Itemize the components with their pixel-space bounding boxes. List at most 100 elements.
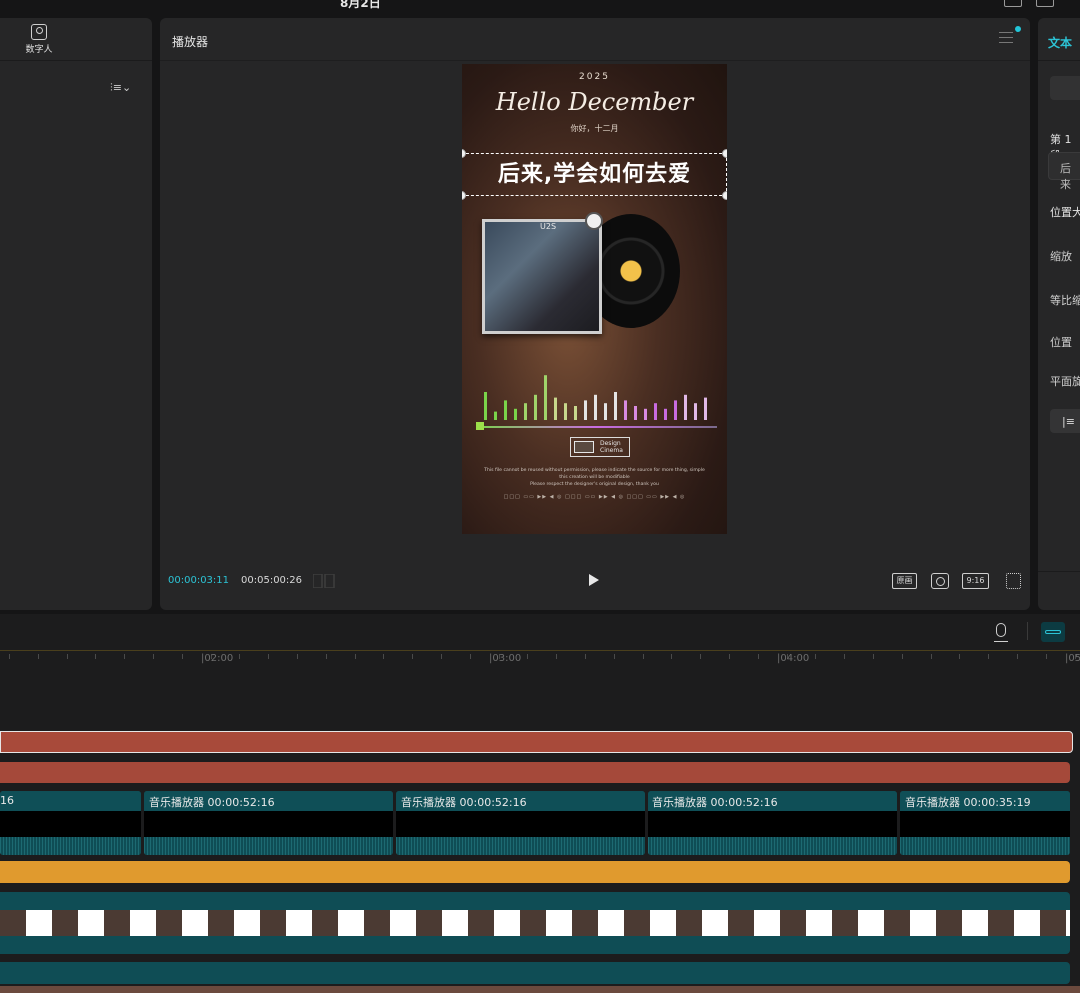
spectrum-bar: [584, 400, 587, 420]
spectrum-bar: [674, 400, 677, 420]
divider: [1038, 571, 1080, 572]
digital-human-label: 数字人: [25, 45, 53, 55]
spectrum-bar: [484, 392, 487, 420]
resize-handle[interactable]: [722, 149, 727, 158]
ruler-tick: [181, 654, 183, 659]
preview-progress-bar: [476, 426, 717, 428]
ruler-tick: [441, 654, 442, 659]
ruler-label: |05: [1065, 653, 1080, 664]
audio-clip[interactable]: 音乐播放器 00:00:52:16: [396, 791, 645, 855]
spectrum-bar: [704, 397, 707, 420]
preview-year: 2025: [579, 72, 610, 82]
scale-label: 缩放: [1050, 250, 1072, 263]
ruler-tick: [815, 654, 817, 659]
spectrum-bar: [574, 406, 577, 420]
logo-top: Design: [600, 440, 621, 447]
layout-icon[interactable]: [1004, 0, 1022, 7]
ruler-tick: [66, 654, 68, 659]
ruler-tick: [527, 654, 529, 659]
spectrum-bar: [554, 397, 557, 420]
effect-track-clip[interactable]: [0, 861, 1070, 883]
divider: [1038, 60, 1080, 61]
ruler-tick: [959, 654, 961, 659]
microphone-stand: [994, 637, 1008, 642]
ruler-tick: [9, 654, 10, 659]
timeline-ruler[interactable]: [0, 650, 1080, 672]
spectrum-bar: [604, 403, 607, 420]
player-title: 播放器: [172, 35, 209, 49]
spectrum-bar: [614, 392, 617, 420]
text-input[interactable]: [1050, 76, 1080, 100]
background-thumbnails: [0, 986, 1080, 993]
ruler-tick: [297, 654, 298, 659]
spectrum-bar: [684, 394, 687, 420]
spectrum-bar: [514, 408, 517, 420]
ruler-tick: [844, 654, 846, 659]
audio-clip[interactable]: 音乐播放器 00:00:52:16: [648, 791, 897, 855]
position-size-heading: 位置大小: [1050, 206, 1080, 219]
tab-text[interactable]: 文本: [1048, 34, 1072, 51]
album-cover-label: U2S: [540, 222, 557, 231]
audio-clip-name: 音乐播放器 00:00:52:16: [652, 796, 778, 809]
resize-handle[interactable]: [462, 191, 466, 200]
text-track-clip[interactable]: [0, 731, 1073, 753]
notice-line: this creation will be modifiable: [559, 475, 630, 480]
background-track-clip[interactable]: [0, 962, 1070, 984]
top-bar: [0, 0, 1080, 14]
ruler-tick: [1017, 654, 1018, 659]
align-left-icon: |≡: [1062, 415, 1075, 428]
quality-button[interactable]: 原画: [892, 573, 917, 589]
ruler-tick: [700, 654, 702, 659]
selection-box[interactable]: [462, 153, 727, 196]
ruler-tick: [268, 654, 270, 659]
audio-clip-name: 音乐播放器 00:00:52:16: [401, 796, 527, 809]
inspector-panel: [1038, 18, 1080, 610]
aspect-ratio-button[interactable]: 9:16: [962, 573, 989, 589]
media-panel: [0, 18, 152, 610]
window-icon[interactable]: [1036, 0, 1054, 7]
audio-clip[interactable]: 音乐播放器 00:00:52:16: [144, 791, 393, 855]
filter-icon[interactable]: ⫶≡⌄: [110, 81, 131, 95]
ruler-tick: [613, 654, 615, 659]
spectrum-bar: [594, 394, 597, 420]
ruler-tick: [239, 654, 241, 659]
ruler-tick: [873, 654, 874, 659]
resize-handle[interactable]: [722, 191, 727, 200]
ruler-tick: [383, 654, 385, 659]
text-track-clip[interactable]: [0, 762, 1070, 783]
link-icon: [1045, 630, 1061, 634]
audio-clip[interactable]: 音乐播放器 00:00:35:19: [900, 791, 1070, 855]
audio-clip-name: 音乐播放器 00:00:35:19: [905, 796, 1031, 809]
ruler-tick: [901, 654, 903, 659]
spectrum-bar: [494, 411, 497, 420]
spectrum-bar: [524, 403, 527, 420]
digital-human-tab[interactable]: 数字人: [16, 24, 62, 55]
video-preview[interactable]: 2025 Hello December 你好，十二月 后来,学会如何去爱 U2S…: [462, 64, 727, 534]
spectrum-bar: [564, 403, 567, 420]
ruler-tick: [930, 654, 932, 659]
ruler-tick: [95, 654, 97, 659]
digital-human-icon: [31, 24, 47, 40]
ruler-tick: [354, 654, 356, 659]
menu-icon[interactable]: [999, 32, 1013, 43]
audio-clip[interactable]: 16: [0, 791, 141, 855]
preview-subline: 你好，十二月: [570, 124, 619, 133]
timeline-toolbar: [0, 614, 1080, 650]
snapshot-icon[interactable]: [931, 573, 949, 589]
audio-clip-name: 16: [0, 794, 14, 807]
current-time: 00:00:03:11: [168, 575, 230, 586]
ruler-tick: [642, 654, 644, 659]
total-time: 00:05:00:26: [241, 575, 303, 586]
audio-spectrum: [484, 375, 707, 420]
spectrum-bar: [504, 400, 507, 420]
rotate-handle-icon[interactable]: [585, 212, 603, 230]
fullscreen-icon[interactable]: [1006, 573, 1021, 589]
play-button[interactable]: [589, 574, 599, 586]
divider: [160, 60, 1030, 61]
brand-logo-icon: [574, 441, 594, 453]
spectrum-bar: [664, 408, 667, 420]
microphone-icon[interactable]: [996, 623, 1006, 637]
ruler-label: |03:00: [489, 653, 522, 664]
ruler-tick: [988, 654, 990, 659]
grid-icon[interactable]: [313, 574, 335, 588]
